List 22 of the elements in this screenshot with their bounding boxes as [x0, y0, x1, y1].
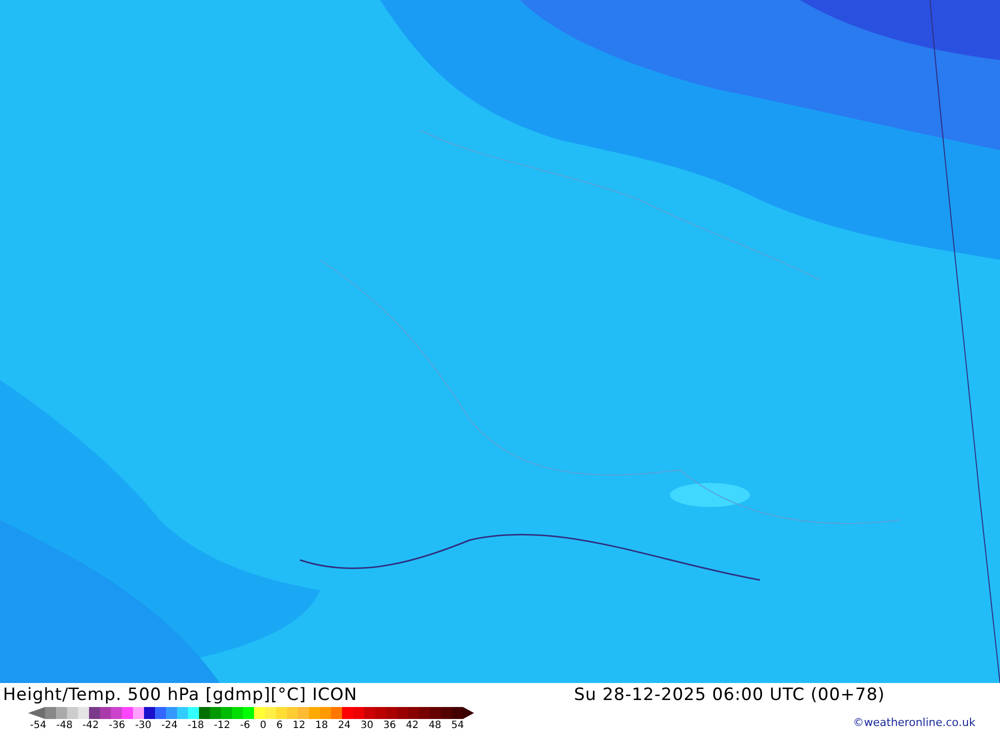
scale-label: -30 — [135, 720, 152, 732]
scale-label: -6 — [240, 720, 250, 732]
scale-label: 42 — [406, 720, 419, 732]
scale-label: -48 — [56, 720, 73, 732]
scale-label: 36 — [383, 720, 396, 732]
scale-label: -54 — [30, 720, 46, 732]
scale-label: 6 — [276, 720, 283, 732]
scale-label: 54 — [451, 720, 464, 732]
scale-label: 12 — [292, 720, 306, 732]
scale-label: -18 — [188, 720, 204, 732]
scale-label: 24 — [338, 720, 351, 732]
chart-title: Height/Temp. 500 hPa [gdmp][°C] ICON — [3, 684, 358, 706]
forecast-time: Su 28-12-2025 06:00 UTC (00+78) — [574, 684, 885, 706]
scale-label: -24 — [161, 720, 178, 732]
scale-label: 48 — [428, 720, 442, 732]
scale-label: -36 — [108, 720, 126, 732]
scale-label: 30 — [360, 720, 374, 732]
scale-label: 18 — [315, 720, 328, 732]
scale-label: -42 — [82, 720, 99, 732]
scale-label: -12 — [214, 720, 230, 732]
scale-label: 0 — [260, 720, 266, 732]
credit-link[interactable]: ©weatheronline.co.uk — [853, 716, 976, 730]
